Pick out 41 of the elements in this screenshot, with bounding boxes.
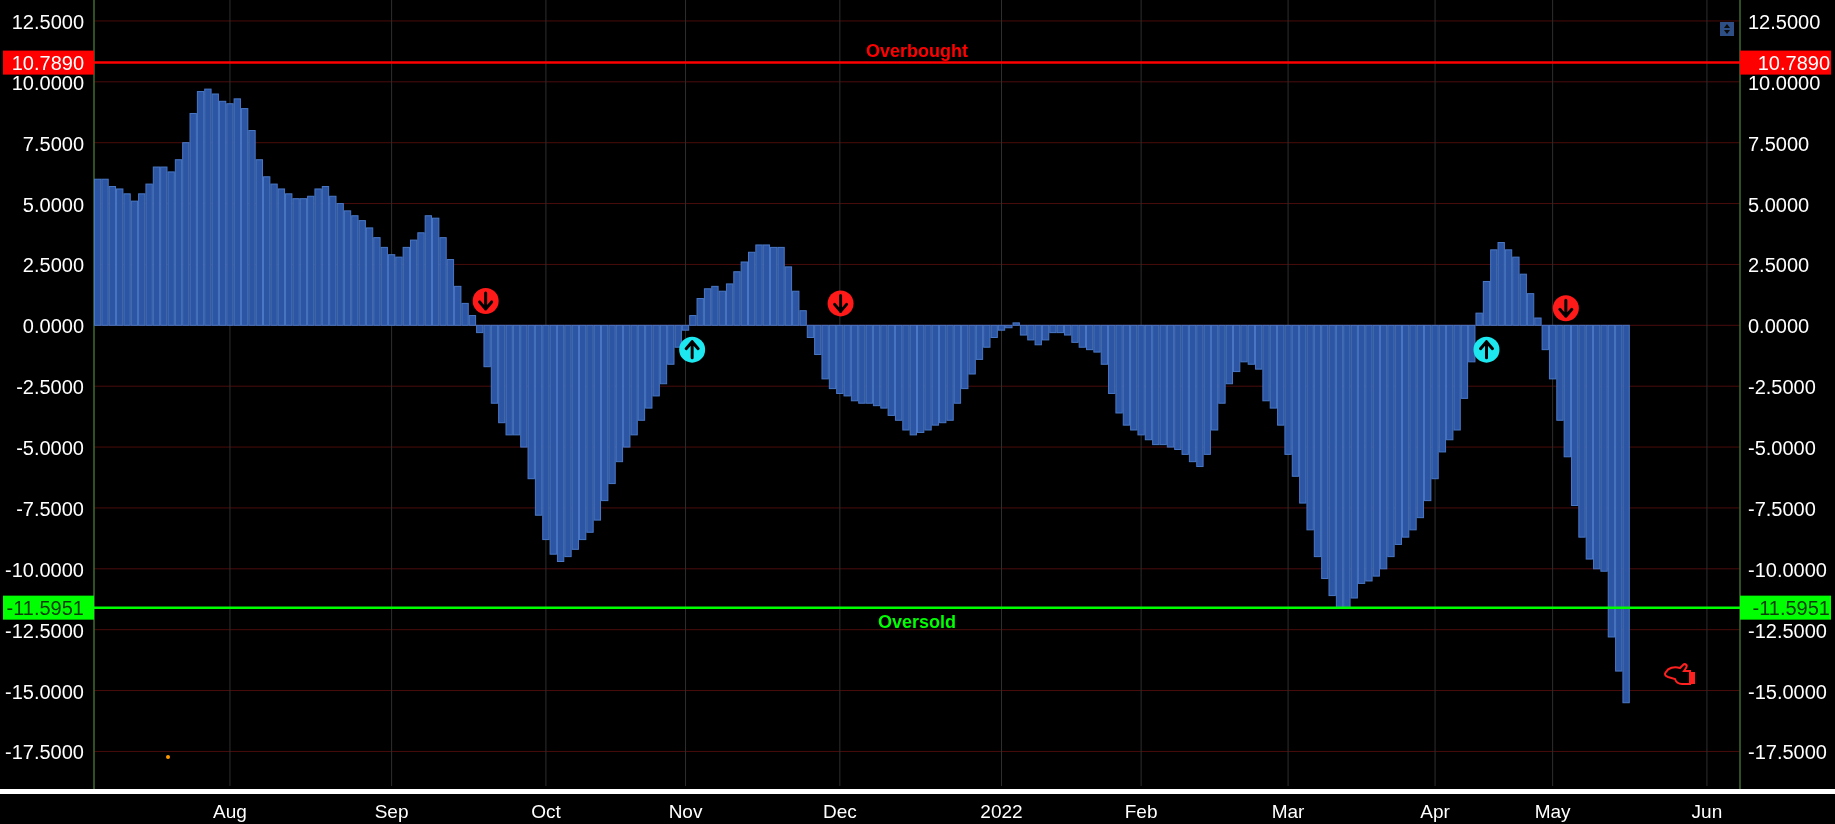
axis-label: Feb: [1124, 801, 1158, 822]
value-badge: 10.7890: [1740, 50, 1831, 75]
axis-label: Oct: [531, 801, 561, 822]
axis-label: 5.0000: [1748, 193, 1810, 216]
axis-label: 2.5000: [22, 254, 84, 277]
axis-label: Jun: [1691, 801, 1723, 822]
axis-label: Aug: [213, 801, 247, 822]
axis-label: -5.0000: [16, 437, 84, 460]
axis-label: -17.5000: [5, 741, 84, 764]
axis-label: 7.5000: [22, 132, 84, 155]
axis-label: -12.5000: [1748, 619, 1827, 642]
axis-label: Sep: [374, 801, 409, 822]
axis-label: 7.5000: [1748, 132, 1810, 155]
axis-label: Nov: [668, 801, 703, 822]
axis-label: -17.5000: [1748, 741, 1827, 764]
axis-label: 12.5000: [11, 10, 84, 33]
axis-label: -10.0000: [1748, 558, 1827, 581]
axis-label: 5.0000: [22, 193, 84, 216]
axis-label: 2.5000: [1748, 254, 1810, 277]
axis-label: -15.0000: [1748, 680, 1827, 703]
axis-label: -7.5000: [1748, 497, 1816, 520]
axis-label: -15.0000: [5, 680, 84, 703]
axis-label: Mar: [1271, 801, 1305, 822]
axis-label: -2.5000: [1748, 376, 1816, 399]
axis-label: 2022: [980, 801, 1023, 822]
threshold-label: Oversold: [878, 611, 956, 632]
axis-label: -10.0000: [5, 558, 84, 581]
axis-label: -12.5000: [5, 619, 84, 642]
axis-label: Dec: [822, 801, 857, 822]
value-badge: -11.5951: [3, 595, 94, 620]
threshold-label: Overbought: [866, 40, 968, 61]
axis-label: -2.5000: [16, 376, 84, 399]
axis-label: 0.0000: [22, 315, 84, 338]
axis-label: 0.0000: [1748, 315, 1810, 338]
axis-label: May: [1534, 801, 1571, 822]
axis-label: 12.5000: [1748, 10, 1821, 33]
axis-label: Apr: [1420, 801, 1450, 822]
axis-label: -5.0000: [1748, 437, 1816, 460]
value-badge: -11.5951: [1740, 595, 1831, 620]
axis-label: -7.5000: [16, 497, 84, 520]
value-badge: 10.7890: [3, 50, 94, 75]
